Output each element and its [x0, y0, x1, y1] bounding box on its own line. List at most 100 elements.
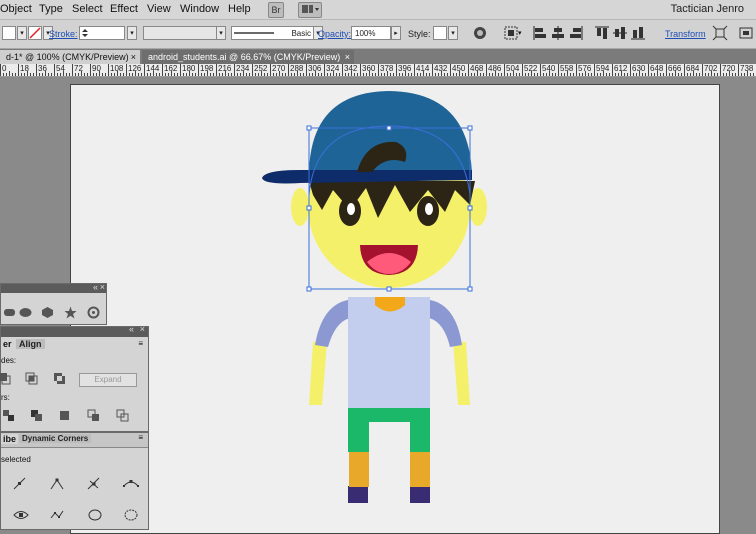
opacity-field[interactable]: 100%: [351, 26, 391, 40]
right-leg[interactable]: [410, 450, 430, 487]
star-tool-icon[interactable]: [64, 306, 77, 319]
corner-point-icon[interactable]: [87, 477, 101, 491]
tab-pathfinder[interactable]: er: [1, 339, 14, 349]
menu-type[interactable]: Type: [39, 3, 63, 15]
panel-menu-icon[interactable]: ≡: [138, 433, 143, 442]
right-sleeve[interactable]: [429, 300, 462, 347]
left-leg[interactable]: [349, 450, 369, 487]
fill-swatch[interactable]: [2, 26, 16, 40]
shirt[interactable]: [348, 297, 430, 408]
stroke-label[interactable]: Stroke:: [49, 29, 78, 39]
panel-menu-icon[interactable]: ≡: [138, 339, 143, 348]
divide-icon[interactable]: [2, 409, 15, 422]
panel-header[interactable]: « ×: [1, 282, 106, 293]
menu-object[interactable]: Object: [0, 3, 32, 15]
align-to-icon[interactable]: [503, 25, 519, 41]
minus-front-icon[interactable]: [0, 372, 11, 385]
circular-corner-icon[interactable]: [87, 508, 103, 522]
align-left-icon[interactable]: [532, 25, 548, 41]
left-ear[interactable]: [291, 188, 309, 226]
menu-effect[interactable]: Effect: [110, 3, 138, 15]
flare-tool-icon[interactable]: [87, 306, 100, 319]
selection-handle[interactable]: [467, 286, 473, 292]
tab-android-students[interactable]: android_students.ai @ 66.67% (CMYK/Previ…: [142, 50, 354, 64]
graphic-style-dropdown[interactable]: ▾: [448, 26, 458, 40]
ruler-tick-label: 612: [614, 64, 628, 73]
brush-field[interactable]: Basic: [231, 26, 315, 40]
selection-handle[interactable]: [306, 125, 312, 131]
recolor-artwork-icon[interactable]: [472, 25, 488, 41]
outline-icon[interactable]: [116, 409, 129, 422]
selection-handle[interactable]: [386, 286, 392, 292]
align-vertical-center-icon[interactable]: [612, 25, 628, 41]
user-name[interactable]: Tactician Jenro: [671, 3, 744, 15]
round-corner-icon[interactable]: [13, 508, 29, 522]
bridge-button[interactable]: Br: [268, 2, 284, 18]
align-top-icon[interactable]: [594, 25, 610, 41]
panel-header[interactable]: « ×: [1, 324, 148, 337]
align-bottom-icon[interactable]: [630, 25, 646, 41]
inverted-corner-icon[interactable]: [50, 508, 66, 522]
transform-link[interactable]: Transform: [665, 29, 706, 39]
straight-corner-icon[interactable]: [13, 477, 27, 491]
stroke-weight-field[interactable]: [79, 26, 125, 40]
tab-align[interactable]: Align: [16, 339, 45, 349]
close-icon[interactable]: ×: [345, 50, 350, 64]
close-icon[interactable]: ×: [131, 50, 136, 64]
opacity-label[interactable]: Opacity:: [318, 29, 351, 39]
close-icon[interactable]: ×: [100, 282, 105, 292]
menu-window[interactable]: Window: [180, 3, 219, 15]
polygon-tool-icon[interactable]: [41, 306, 54, 319]
exclude-icon[interactable]: [53, 372, 66, 385]
left-shoe[interactable]: [348, 486, 368, 503]
tab-dynamic-corners[interactable]: Dynamic Corners: [19, 434, 92, 443]
selection-handle[interactable]: [386, 125, 392, 131]
collapse-icon[interactable]: «: [129, 324, 134, 334]
make-mask-icon[interactable]: [738, 25, 754, 41]
smooth-corner-icon[interactable]: [50, 477, 64, 491]
crop-icon[interactable]: [87, 409, 100, 422]
selection-handle[interactable]: [306, 205, 312, 211]
opacity-dropdown[interactable]: ▸: [391, 26, 401, 40]
variable-width-field[interactable]: [143, 26, 225, 40]
align-to-dropdown-icon[interactable]: ▾: [518, 29, 522, 37]
selection-handle[interactable]: [306, 286, 312, 292]
menu-view[interactable]: View: [147, 3, 171, 15]
graphic-style-swatch[interactable]: [433, 26, 447, 40]
arrange-documents-button[interactable]: [298, 2, 322, 18]
expand-button[interactable]: Expand: [79, 373, 137, 387]
selection-handle[interactable]: [467, 125, 473, 131]
stroke-swatch[interactable]: [28, 26, 42, 40]
selection-handle[interactable]: [467, 205, 473, 211]
scalloped-corner-icon[interactable]: [123, 508, 139, 522]
menu-select[interactable]: Select: [72, 3, 103, 15]
collapse-icon[interactable]: «: [93, 282, 98, 292]
tab-describe[interactable]: ibe: [1, 434, 19, 444]
align-right-icon[interactable]: [568, 25, 584, 41]
ruler-tick-label: 54: [56, 64, 65, 73]
cap[interactable]: [309, 91, 472, 176]
merge-icon[interactable]: [58, 409, 71, 422]
cusp-corner-icon[interactable]: [123, 477, 139, 491]
stroke-stepper-icon[interactable]: [81, 27, 89, 39]
close-icon[interactable]: ×: [140, 324, 145, 334]
stroke-weight-dropdown[interactable]: ▾: [127, 26, 137, 40]
variable-width-dropdown[interactable]: ▾: [216, 26, 226, 40]
fill-dropdown[interactable]: ▾: [17, 26, 27, 40]
intersect-icon[interactable]: [25, 372, 38, 385]
isolate-group-icon[interactable]: [712, 25, 728, 41]
rounded-rectangle-tool-icon[interactable]: [3, 306, 16, 319]
ellipse-tool-icon[interactable]: [19, 306, 32, 319]
ruler-tick-label: 360: [362, 64, 376, 73]
ruler-tick-label: 450: [452, 64, 466, 73]
horizontal-ruler[interactable]: 0 18 36 54 72 90 108 126 144 162 180 198 216 234 252 27…: [0, 64, 756, 77]
menu-help[interactable]: Help: [228, 3, 251, 15]
left-hand[interactable]: [309, 342, 327, 405]
align-horizontal-center-icon[interactable]: [550, 25, 566, 41]
right-shoe[interactable]: [410, 486, 430, 503]
trim-icon[interactable]: [30, 409, 43, 422]
pants[interactable]: [348, 408, 430, 452]
right-hand[interactable]: [453, 342, 470, 405]
tab-document-1[interactable]: d-1* @ 100% (CMYK/Preview) ×: [0, 50, 140, 64]
left-sleeve[interactable]: [315, 300, 350, 347]
